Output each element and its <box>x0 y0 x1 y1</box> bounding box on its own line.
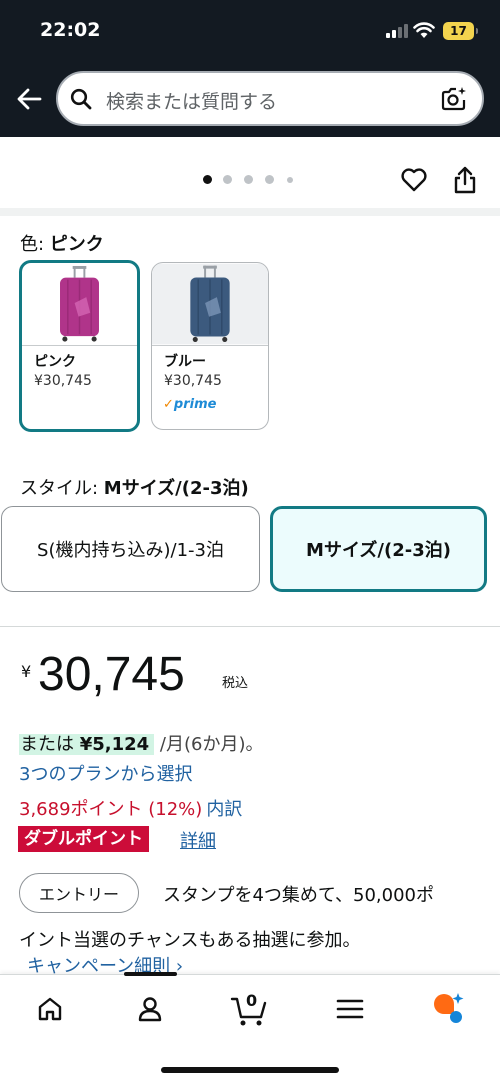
pink-suitcase-image <box>60 265 99 342</box>
account-icon[interactable] <box>134 993 166 1025</box>
double-points-badge: ダブルポイント <box>18 826 149 852</box>
status-time: 22:02 <box>40 19 101 41</box>
prime-check-icon: ✓ <box>163 397 174 412</box>
style-option-medium[interactable]: Mサイズ/(2-3泊) <box>270 506 487 592</box>
search-placeholder: 検索または質問する <box>106 91 278 113</box>
search-icon <box>70 88 92 110</box>
promo-text: スタンプを4つ集めて、50,000ポ <box>163 885 434 906</box>
section-divider <box>0 626 500 627</box>
tax-included-label: 税込 <box>222 676 249 691</box>
color-selected-value: ピンク <box>49 234 104 255</box>
style-selected-value: Mサイズ/(2-3泊) <box>103 478 249 499</box>
bottom-navigation: 0 <box>0 972 500 1080</box>
cellular-signal-icon <box>386 24 408 38</box>
double-points-detail-link[interactable]: 詳細 <box>180 827 216 853</box>
style-label: スタイル: Mサイズ/(2-3泊) <box>20 474 249 500</box>
home-indicator-bar <box>161 1067 339 1073</box>
header: 22:02 17 検索または質問する <box>0 0 500 137</box>
section-divider <box>0 208 500 216</box>
points-info: 3,689ポイント (12%) 内訳 <box>19 795 242 821</box>
ai-assistant-icon[interactable] <box>430 990 466 1026</box>
battery-indicator: 17 <box>443 22 478 40</box>
installment-highlight: または ¥5,124 <box>19 734 155 755</box>
prime-label: prime <box>173 397 217 412</box>
carousel-dot[interactable] <box>203 175 212 184</box>
camera-search-icon[interactable] <box>440 85 468 113</box>
points-breakdown-link[interactable]: 内訳 <box>206 799 242 820</box>
color-option-price: ¥30,745 <box>34 373 92 389</box>
carousel-dot[interactable] <box>244 175 253 184</box>
plan-select-link[interactable]: 3つのプランから選択 <box>19 760 192 786</box>
search-bar[interactable]: 検索または質問する <box>56 71 484 126</box>
prime-badge: ✓prime <box>163 397 216 412</box>
promo-text-continued: イント当選のチャンスもある抽選に参加。 <box>19 930 361 951</box>
heart-icon[interactable] <box>400 166 428 194</box>
back-arrow-icon[interactable] <box>14 84 44 114</box>
blue-suitcase-image <box>152 263 268 345</box>
active-tab-indicator <box>124 972 177 976</box>
style-option-small[interactable]: S(機内持ち込み)/1-3泊 <box>1 506 260 592</box>
color-label: 色: ピンク <box>20 230 104 256</box>
style-label-prefix: スタイル: <box>20 478 104 499</box>
cart-button[interactable]: 0 <box>230 991 270 1029</box>
price-amount: 30,745 <box>38 648 185 701</box>
share-icon[interactable] <box>452 165 478 195</box>
price-currency: ¥ <box>21 662 32 681</box>
carousel-dot[interactable] <box>223 175 232 184</box>
color-label-prefix: 色: <box>20 234 50 255</box>
color-option-price: ¥30,745 <box>164 373 222 389</box>
cart-count: 0 <box>246 991 258 1010</box>
installment-amount: ¥5,124 <box>79 734 150 755</box>
wifi-icon <box>413 22 435 38</box>
carousel-dot[interactable] <box>287 177 293 183</box>
installment-prefix: または <box>20 734 74 755</box>
installment-suffix: /月(6か月)。 <box>154 734 264 755</box>
color-option-name: ブルー <box>164 354 206 370</box>
home-icon[interactable] <box>34 993 66 1025</box>
installment-info: または ¥5,124 /月(6か月)。 <box>19 730 264 756</box>
menu-icon[interactable] <box>334 993 366 1025</box>
carousel-dot[interactable] <box>265 175 274 184</box>
points-text: 3,689ポイント (12%) <box>19 799 203 820</box>
color-option-pink[interactable]: ピンク ¥30,745 <box>19 260 140 432</box>
color-option-blue[interactable]: ブルー ¥30,745 ✓prime <box>151 262 269 430</box>
color-option-name: ピンク <box>34 354 76 370</box>
entry-button[interactable]: エントリー <box>19 873 139 913</box>
